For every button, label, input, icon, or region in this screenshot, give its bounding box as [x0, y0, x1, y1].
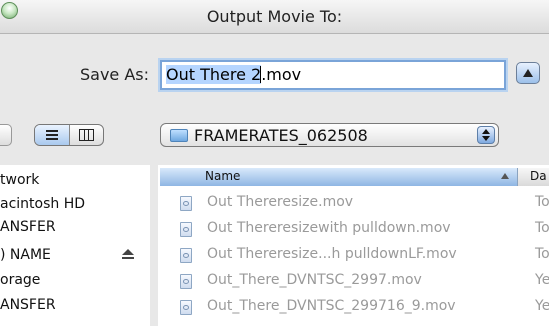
sidebar-item-network[interactable]: twork [0, 172, 39, 188]
file-date: Ye [535, 272, 549, 288]
file-name: Out Thereresizewith pulldown.mov [207, 220, 451, 236]
column-header-date[interactable]: Da [518, 168, 549, 186]
window-title: Output Movie To: [206, 7, 343, 26]
sidebar-item-no-name[interactable]: ) NAME [0, 247, 51, 263]
file-name: Out_There_DVNTSC_2997.mov [207, 272, 422, 288]
folder-icon [170, 129, 188, 142]
file-date: Ye [535, 298, 549, 314]
file-date: To [535, 246, 549, 262]
sidebar-item-macintosh-hd[interactable]: acintosh HD [0, 196, 85, 212]
expand-dialog-button[interactable] [516, 62, 540, 84]
column-view-icon [79, 129, 94, 141]
sidebar-item-transfer[interactable]: ANSFER [0, 219, 56, 235]
column-header-name[interactable]: Name [160, 168, 518, 186]
column-header-name-label: Name [205, 169, 241, 183]
list-view-button[interactable] [35, 125, 70, 145]
file-row[interactable]: Out_There_DVNTSC_299716_9.mov Ye [160, 296, 549, 319]
file-row[interactable]: Out Thereresizewith pulldown.mov To [160, 218, 549, 241]
view-mode-toggle [34, 124, 104, 146]
save-as-label: Save As: [80, 65, 150, 84]
movie-file-icon [180, 222, 192, 237]
file-name: Out Thereresize...h pulldownLF.mov [207, 246, 457, 262]
eject-icon[interactable] [122, 249, 134, 260]
list-view-icon [46, 130, 58, 140]
selected-filename: Out There 2 [166, 65, 262, 84]
current-folder-label: FRAMERATES_062508 [194, 126, 368, 145]
file-row[interactable]: Out_There_DVNTSC_2997.mov Ye [160, 270, 549, 293]
expand-triangle-icon [523, 69, 533, 77]
sidebar-item-transfer-2[interactable]: ANSFER [0, 297, 56, 313]
movie-file-icon [180, 248, 192, 263]
file-row[interactable]: Out Thereresize...h pulldownLF.mov To [160, 244, 549, 267]
title-bar: Output Movie To: [0, 0, 549, 34]
file-name: Out Thereresize.mov [207, 194, 354, 210]
movie-file-icon [180, 196, 192, 211]
back-button[interactable] [0, 124, 12, 146]
file-date: To [535, 220, 549, 236]
column-view-button[interactable] [70, 125, 103, 145]
location-popup[interactable]: FRAMERATES_062508 [160, 123, 499, 147]
sort-ascending-icon [501, 173, 509, 179]
save-as-field[interactable]: Out There 2.mov [160, 60, 506, 90]
sidebar-item-storage[interactable]: orage [0, 272, 40, 288]
file-date: To [535, 194, 549, 210]
popup-arrows-icon [477, 126, 495, 144]
movie-file-icon [180, 300, 192, 315]
movie-file-icon [180, 274, 192, 289]
column-header-date-label: Da [530, 169, 547, 183]
file-row[interactable]: Out Thereresize.mov To [160, 192, 549, 215]
file-extension: .mov [261, 65, 302, 84]
file-name: Out_There_DVNTSC_299716_9.mov [207, 298, 456, 314]
